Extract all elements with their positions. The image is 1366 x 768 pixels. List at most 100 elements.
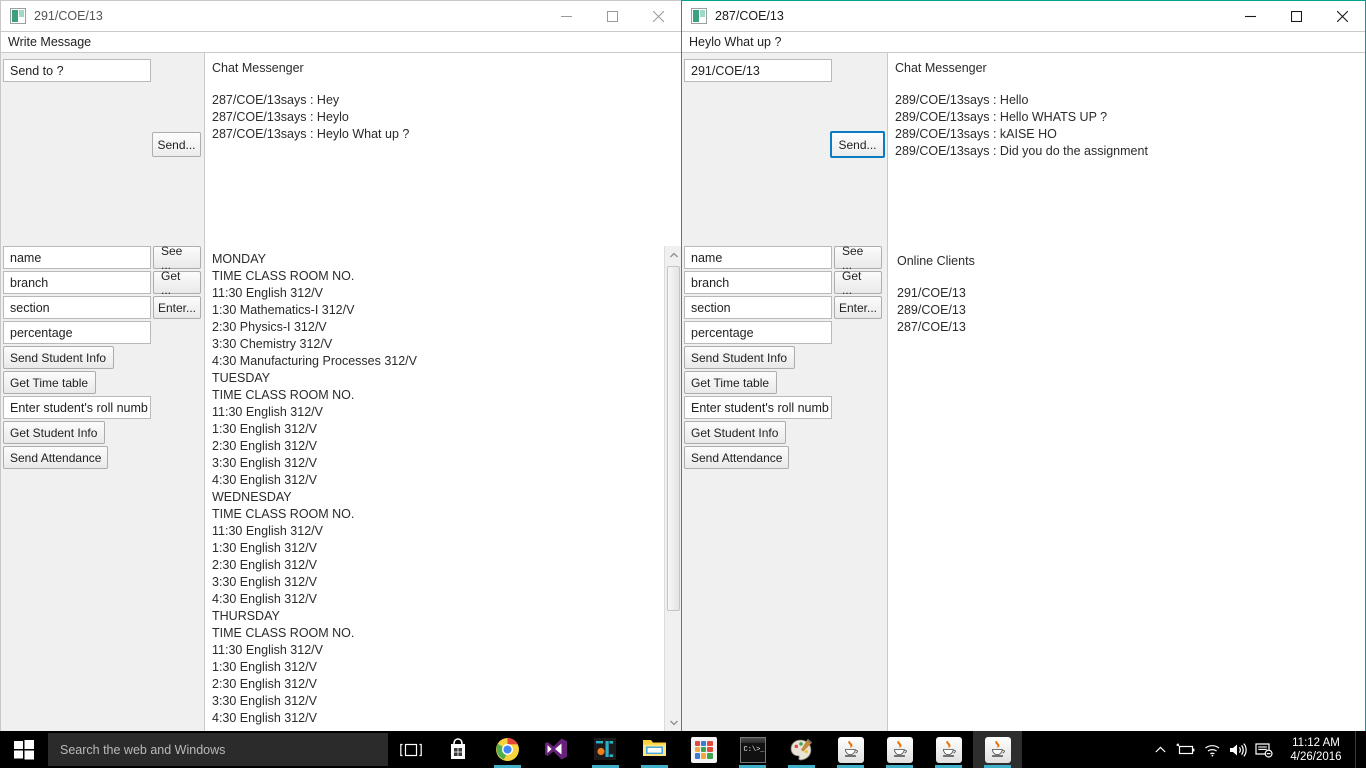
java-app-icon[interactable] [973, 731, 1022, 768]
lower-pane-right: name branch section percentage See ... G… [682, 244, 1365, 731]
clock-date: 4/26/2016 [1290, 750, 1342, 763]
send-button-right[interactable]: Send... [830, 131, 885, 158]
write-message-input-left[interactable]: Write Message [1, 31, 681, 53]
timetable-row: TIME CLASS ROOM NO. [212, 626, 355, 640]
timetable-row: WEDNESDAY [212, 490, 292, 504]
chat-panel-right: Chat Messenger 289/COE/13says : Hello 28… [888, 53, 1365, 246]
upper-pane-right: 291/COE/13 Send... Chat Messenger 289/CO… [682, 53, 1365, 246]
timetable-panel-left: MONDAY TIME CLASS ROOM NO. 11:30 English 3… [205, 246, 681, 731]
window-right[interactable]: 287/COE/13 Heylo What up ? 291/COE/13 Se… [681, 0, 1366, 732]
get-student-info-button-right[interactable]: Get Student Info [684, 421, 786, 444]
titlebar-left[interactable]: 291/COE/13 [1, 1, 681, 31]
java-app-icon[interactable] [875, 731, 924, 768]
name-field-right[interactable]: name [684, 246, 832, 269]
clock[interactable]: 11:12 AM 4/26/2016 [1277, 731, 1355, 768]
minimize-icon[interactable] [543, 1, 589, 31]
chat-line: 287/COE/13says : Heylo [212, 110, 349, 124]
timetable-row: 4:30 English 312/V [212, 473, 317, 487]
chat-line: 289/COE/13says : Hello [895, 93, 1029, 107]
roll-number-input-right[interactable]: Enter student's roll numb [684, 396, 832, 419]
timetable-scrollbar[interactable] [664, 246, 681, 731]
chevron-up-icon[interactable] [1147, 731, 1173, 768]
timetable-row: TUESDAY [212, 371, 271, 385]
scrollbar-thumb[interactable] [667, 266, 680, 611]
get-button-right[interactable]: Get ... [834, 269, 882, 297]
chat-line: 289/COE/13says : Did you do the assignme… [895, 144, 1148, 158]
task-view-icon[interactable] [388, 731, 434, 768]
action-center-icon[interactable] [1251, 731, 1277, 768]
section-field-right[interactable]: section [684, 296, 832, 319]
see-button-left[interactable]: See ... [153, 244, 201, 272]
online-client-item[interactable]: 289/COE/13 [897, 302, 1365, 319]
timetable-row: 1:30 English 312/V [212, 541, 317, 555]
command-prompt-icon[interactable]: C:\>_ [728, 731, 777, 768]
scroll-up-icon[interactable] [665, 246, 681, 263]
branch-field-left[interactable]: branch [3, 271, 151, 294]
search-input[interactable]: Search the web and Windows [48, 733, 388, 766]
name-field-left[interactable]: name [3, 246, 151, 269]
get-student-info-button-left[interactable]: Get Student Info [3, 421, 105, 444]
chat-line: 287/COE/13says : Hey [212, 93, 340, 107]
scroll-down-icon[interactable] [665, 714, 681, 731]
java-app-icon [10, 8, 26, 24]
chat-lines-left: 287/COE/13says : Hey 287/COE/13says : He… [212, 92, 681, 143]
window-left[interactable]: 291/COE/13 Write Message Send to ? Send.… [0, 0, 682, 732]
paint-icon[interactable] [777, 731, 826, 768]
lower-pane-left: name branch section percentage See ... G… [1, 244, 681, 731]
titlebar-right[interactable]: 287/COE/13 [682, 1, 1365, 31]
percentage-field-left[interactable]: percentage [3, 321, 151, 344]
enter-button-left[interactable]: Enter... [153, 296, 201, 319]
timetable-row: 3:30 English 312/V [212, 575, 317, 589]
section-field-left[interactable]: section [3, 296, 151, 319]
visual-studio-icon[interactable] [532, 731, 581, 768]
chrome-icon[interactable] [483, 731, 532, 768]
send-student-info-button-right[interactable]: Send Student Info [684, 346, 795, 369]
timetable-row: 1:30 English 312/V [212, 422, 317, 436]
write-message-input-right[interactable]: Heylo What up ? [682, 31, 1365, 53]
show-desktop-button[interactable] [1355, 731, 1362, 768]
send-button-left[interactable]: Send... [152, 132, 201, 157]
enter-button-right[interactable]: Enter... [834, 296, 882, 319]
send-attendance-button-left[interactable]: Send Attendance [3, 446, 108, 469]
get-time-table-button-left[interactable]: Get Time table [3, 371, 96, 394]
timetable-row: 3:30 Chemistry 312/V [212, 337, 333, 351]
send-attendance-button-right[interactable]: Send Attendance [684, 446, 789, 469]
minimize-icon[interactable] [1227, 1, 1273, 31]
chat-line: 287/COE/13says : Heylo What up ? [212, 127, 410, 141]
online-client-item[interactable]: 291/COE/13 [897, 285, 1365, 302]
send-pane-left: Send to ? Send... [1, 53, 205, 246]
system-tray: 11:12 AM 4/26/2016 [1147, 731, 1366, 768]
volume-icon[interactable] [1225, 731, 1251, 768]
timetable-row: 1:30 Mathematics-I 312/V [212, 303, 355, 317]
get-time-table-button-right[interactable]: Get Time table [684, 371, 777, 394]
get-button-left[interactable]: Get ... [153, 269, 201, 297]
see-button-right[interactable]: See ... [834, 244, 882, 272]
java-app-icon[interactable] [826, 731, 875, 768]
store-icon[interactable] [434, 731, 483, 768]
timetable-list: MONDAY TIME CLASS ROOM NO. 11:30 English 3… [212, 251, 661, 731]
percentage-field-right[interactable]: percentage [684, 321, 832, 344]
windows-start-icon[interactable] [0, 731, 48, 768]
branch-field-right[interactable]: branch [684, 271, 832, 294]
online-client-item[interactable]: 287/COE/13 [897, 319, 1365, 336]
timetable-row: TIME CLASS ROOM NO. [212, 507, 355, 521]
app-grid-icon[interactable] [679, 731, 728, 768]
timetable-row: 4:30 Manufacturing Processes 312/V [212, 354, 417, 368]
close-icon[interactable] [1319, 1, 1365, 31]
online-clients-title: Online Clients [897, 254, 975, 268]
clock-time: 11:12 AM [1292, 736, 1340, 749]
maximize-icon[interactable] [1273, 1, 1319, 31]
java-app-icon[interactable] [924, 731, 973, 768]
file-explorer-icon[interactable] [630, 731, 679, 768]
intellij-idea-icon[interactable] [581, 731, 630, 768]
online-clients-list: 291/COE/13 289/COE/13 287/COE/13 [897, 285, 1365, 336]
battery-icon[interactable] [1173, 731, 1199, 768]
roll-number-input-left[interactable]: Enter student's roll numb [3, 396, 151, 419]
maximize-icon[interactable] [589, 1, 635, 31]
send-to-input-left[interactable]: Send to ? [3, 59, 151, 82]
taskbar: Search the web and Windows C:\>_ 11:12 A… [0, 731, 1366, 768]
send-to-input-right[interactable]: 291/COE/13 [684, 59, 832, 82]
send-student-info-button-left[interactable]: Send Student Info [3, 346, 114, 369]
close-icon[interactable] [635, 1, 681, 31]
wifi-icon[interactable] [1199, 731, 1225, 768]
